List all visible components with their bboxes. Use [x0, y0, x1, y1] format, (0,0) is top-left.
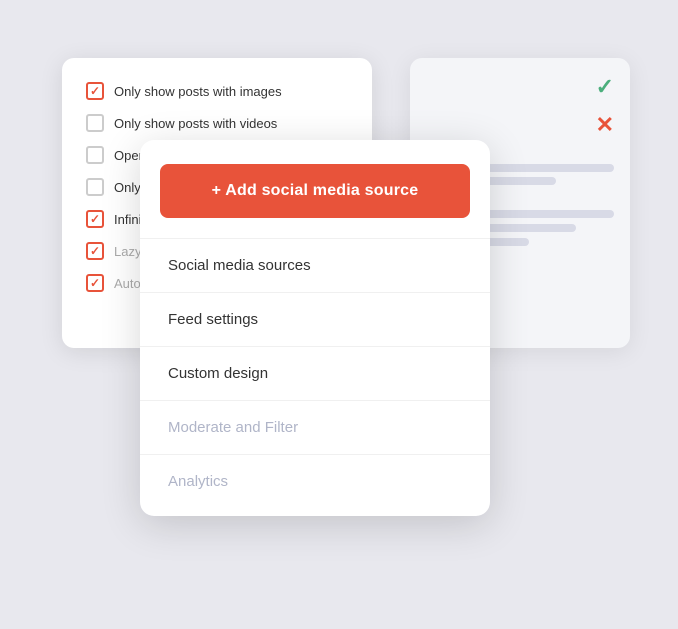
menu-item-design[interactable]: Custom design [140, 346, 490, 400]
checkbox-row-cb1: Only show posts with images [86, 82, 348, 100]
preview-check-icon: ✓ [596, 74, 614, 100]
menu-item-analytics[interactable]: Analytics [140, 454, 490, 508]
checkbox-cb5[interactable] [86, 210, 104, 228]
menu-item-moderate[interactable]: Moderate and Filter [140, 400, 490, 454]
preview-x-icon: ✕ [596, 112, 614, 138]
checkbox-cb7[interactable] [86, 274, 104, 292]
add-social-media-source-button[interactable]: + Add social media source [160, 164, 470, 218]
main-dialog: + Add social media source Social media s… [140, 140, 490, 516]
checkbox-label-cb2: Only show posts with videos [114, 116, 277, 131]
menu-item-social[interactable]: Social media sources [140, 238, 490, 292]
checkbox-cb2[interactable] [86, 114, 104, 132]
menu-list: Social media sourcesFeed settingsCustom … [140, 238, 490, 516]
checkbox-cb6[interactable] [86, 242, 104, 260]
checkbox-cb1[interactable] [86, 82, 104, 100]
checkbox-cb4[interactable] [86, 178, 104, 196]
checkbox-label-cb1: Only show posts with images [114, 84, 282, 99]
menu-item-feed[interactable]: Feed settings [140, 292, 490, 346]
checkbox-row-cb2: Only show posts with videos [86, 114, 348, 132]
checkbox-cb3[interactable] [86, 146, 104, 164]
